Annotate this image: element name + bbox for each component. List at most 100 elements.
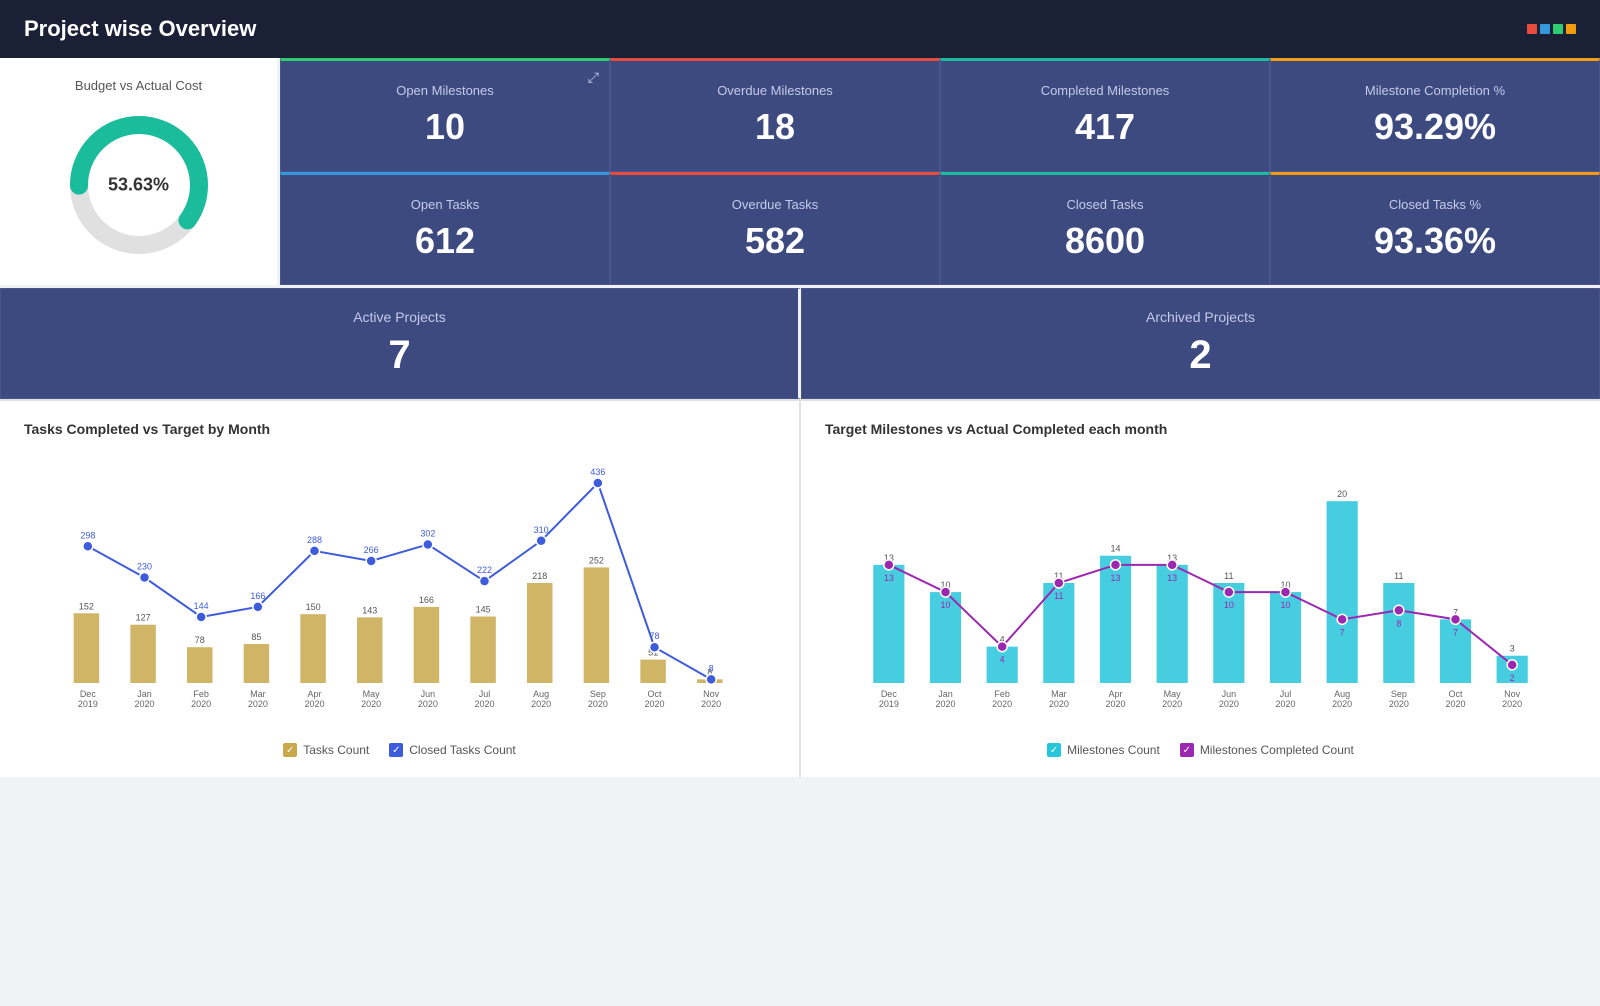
svg-text:2020: 2020 (935, 699, 955, 709)
svg-text:7: 7 (1453, 627, 1458, 637)
svg-text:Jan: Jan (938, 689, 953, 699)
legend-closed-tasks-count: ✓ Closed Tasks Count (389, 743, 516, 757)
metric-label: Open Milestones (396, 83, 494, 98)
svg-text:Mar: Mar (1051, 689, 1067, 699)
svg-text:2020: 2020 (134, 699, 154, 709)
donut-wrapper: 53.63% (59, 105, 219, 265)
svg-text:230: 230 (137, 561, 152, 571)
svg-text:13: 13 (1110, 573, 1120, 583)
svg-text:166: 166 (419, 595, 434, 605)
svg-text:11: 11 (1394, 571, 1403, 581)
svg-text:3: 3 (1510, 644, 1515, 654)
archived-projects-card: Archived Projects 2 (801, 288, 1600, 399)
metric-label: Closed Tasks (1066, 197, 1143, 212)
svg-text:310: 310 (534, 525, 549, 535)
expand-icon[interactable]: ⤢ (588, 69, 599, 86)
page-title: Project wise Overview (24, 16, 256, 42)
archived-projects-label: Archived Projects (1146, 309, 1255, 325)
archived-projects-value: 2 (1189, 333, 1211, 378)
svg-text:145: 145 (476, 604, 491, 614)
milestones-chart-panel: Target Milestones vs Actual Completed ea… (801, 399, 1600, 777)
metric-card-6: Closed Tasks 8600 (940, 172, 1270, 286)
svg-text:Nov: Nov (703, 689, 720, 699)
svg-text:Jun: Jun (421, 689, 436, 699)
svg-text:4: 4 (1000, 655, 1005, 665)
legend-milestones-completed-count: ✓ Milestones Completed Count (1180, 743, 1354, 757)
svg-text:2020: 2020 (304, 699, 324, 709)
svg-text:2019: 2019 (879, 699, 899, 709)
svg-text:2020: 2020 (1219, 699, 1239, 709)
svg-text:2020: 2020 (531, 699, 551, 709)
svg-text:Oct: Oct (1448, 689, 1463, 699)
metric-card-2: Completed Milestones417 (940, 58, 1270, 172)
svg-text:Nov: Nov (1504, 689, 1521, 699)
active-projects-label: Active Projects (353, 309, 446, 325)
donut-card: Budget vs Actual Cost 53.63% (0, 58, 280, 285)
svg-text:2020: 2020 (1502, 699, 1522, 709)
svg-text:85: 85 (251, 632, 261, 642)
svg-text:2020: 2020 (588, 699, 608, 709)
legend-milestones-count: ✓ Milestones Count (1047, 743, 1160, 757)
milestones-chart-legend: ✓ Milestones Count ✓ Milestones Complete… (825, 743, 1576, 757)
svg-text:2020: 2020 (474, 699, 494, 709)
svg-text:150: 150 (306, 602, 321, 612)
svg-text:Oct: Oct (647, 689, 662, 699)
svg-text:288: 288 (307, 535, 322, 545)
svg-text:143: 143 (362, 605, 377, 615)
metric-card-5: Overdue Tasks582 (610, 172, 940, 286)
tasks-chart-area: 1521277885150143166145218252518298230144… (24, 453, 775, 733)
svg-text:14: 14 (1110, 544, 1120, 554)
svg-text:13: 13 (884, 573, 894, 583)
tasks-chart-panel: Tasks Completed vs Target by Month 15212… (0, 399, 801, 777)
svg-text:2020: 2020 (992, 699, 1012, 709)
donut-center: 53.63% (108, 175, 169, 196)
legend-tasks-count: ✓ Tasks Count (283, 743, 369, 757)
svg-text:10: 10 (1224, 600, 1234, 610)
metric-value: 10 (425, 106, 465, 148)
svg-text:2: 2 (1510, 673, 1515, 683)
svg-text:11: 11 (1054, 591, 1063, 601)
svg-text:Jul: Jul (479, 689, 491, 699)
svg-text:2019: 2019 (78, 699, 98, 709)
svg-text:13: 13 (1167, 573, 1177, 583)
metric-label: Overdue Tasks (732, 197, 818, 212)
metric-card-3: Milestone Completion %93.29% (1270, 58, 1600, 172)
header: Project wise Overview (0, 0, 1600, 58)
svg-text:7: 7 (1340, 627, 1345, 637)
svg-text:May: May (363, 689, 381, 699)
metric-value: 8600 (1065, 220, 1145, 262)
svg-text:Sep: Sep (590, 689, 606, 699)
svg-text:2020: 2020 (1049, 699, 1069, 709)
metric-label: Completed Milestones (1041, 83, 1170, 98)
metric-card-1: Overdue Milestones 18 (610, 58, 940, 172)
svg-text:2020: 2020 (418, 699, 438, 709)
metric-value: 18 (755, 106, 795, 148)
milestones-chart-area: 1310411141311102011731310411131310107872… (825, 453, 1576, 733)
svg-text:2020: 2020 (1275, 699, 1295, 709)
svg-text:222: 222 (477, 565, 492, 575)
metrics-grid: ⤢ Open Milestones 10 Overdue Milestones 18 Co… (280, 58, 1600, 285)
donut-title: Budget vs Actual Cost (75, 78, 202, 93)
metric-value: 612 (415, 220, 475, 262)
top-section: Budget vs Actual Cost 53.63% ⤢ Open Miles… (0, 58, 1600, 288)
svg-text:127: 127 (136, 613, 151, 623)
svg-text:Dec: Dec (881, 689, 898, 699)
svg-text:2020: 2020 (1445, 699, 1465, 709)
metric-value: 93.36% (1374, 220, 1496, 262)
svg-text:302: 302 (420, 528, 435, 538)
svg-text:436: 436 (590, 467, 605, 477)
svg-text:May: May (1164, 689, 1182, 699)
svg-text:10: 10 (940, 600, 950, 610)
tasks-chart-legend: ✓ Tasks Count ✓ Closed Tasks Count (24, 743, 775, 757)
metric-card-4: Open Tasks612 (280, 172, 610, 286)
svg-text:166: 166 (250, 591, 265, 601)
svg-text:Jul: Jul (1280, 689, 1292, 699)
svg-text:Aug: Aug (533, 689, 549, 699)
metric-label: Overdue Milestones (717, 83, 833, 98)
svg-text:Aug: Aug (1334, 689, 1350, 699)
svg-text:152: 152 (79, 601, 94, 611)
svg-text:2020: 2020 (1162, 699, 1182, 709)
svg-text:266: 266 (364, 545, 379, 555)
svg-text:Apr: Apr (307, 689, 321, 699)
active-projects-value: 7 (388, 333, 410, 378)
